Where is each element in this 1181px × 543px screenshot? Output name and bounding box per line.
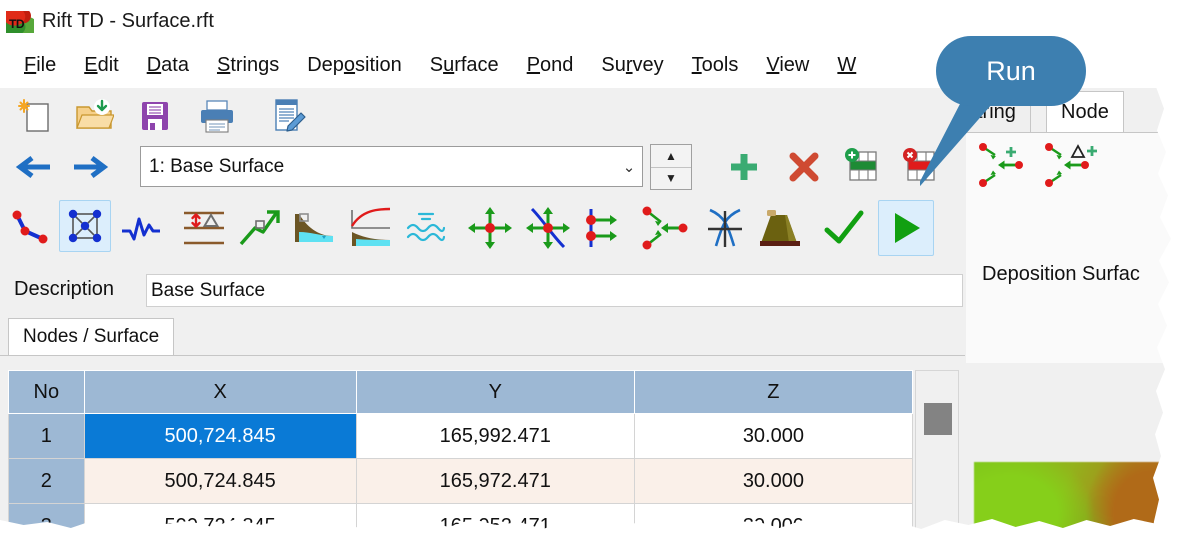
column-header-y[interactable]: Y: [355, 370, 635, 414]
surface-combo[interactable]: 1: Base Surface ⌄: [140, 146, 643, 187]
cell-x[interactable]: 500,724.845: [83, 413, 357, 459]
tab-string[interactable]: tring: [962, 91, 1031, 132]
menu-item-view[interactable]: View: [752, 52, 823, 79]
right-panel-body: Deposition Surfac: [966, 132, 1181, 363]
view-mode-bar: 2D: [972, 401, 1177, 458]
cell-no: 2: [8, 458, 85, 504]
description-input[interactable]: Base Surface: [146, 274, 963, 307]
chevron-down-icon[interactable]: ⌄: [616, 158, 642, 176]
new-file-icon[interactable]: [14, 96, 54, 136]
spinner-up-button[interactable]: ▲: [651, 145, 691, 168]
add-table-row-icon[interactable]: [840, 146, 884, 188]
table-row[interactable]: 1 500,724.845 165,992.471 30.000: [8, 413, 914, 459]
edit-report-icon[interactable]: [267, 96, 309, 136]
menu-bar: File Edit Data Strings Deposition Surfac…: [0, 43, 1181, 88]
menu-item-surface[interactable]: Surface: [416, 52, 513, 79]
node-mesh-icon[interactable]: [59, 200, 111, 252]
application-window: TD Rift TD - Surface.rft File Edit Data …: [0, 0, 1181, 543]
embankment-icon[interactable]: [756, 204, 804, 252]
forward-arrow-icon[interactable]: [68, 150, 114, 184]
table-row[interactable]: 2 500,724.845 165,972.471 30.000: [8, 458, 914, 504]
spinner-down-button[interactable]: ▼: [651, 168, 691, 190]
beach-curve-chart-icon[interactable]: [345, 204, 395, 252]
table-scrollbar[interactable]: [915, 370, 959, 543]
print-icon[interactable]: [196, 96, 238, 136]
surface-spinner[interactable]: ▲ ▼: [650, 144, 692, 190]
terrain-td-icon: TD: [6, 9, 34, 35]
tools-toolbar: [0, 194, 965, 452]
window-title: Rift TD - Surface.rft: [42, 10, 214, 32]
scrollbar-thumb[interactable]: [924, 403, 952, 435]
menu-item-deposition[interactable]: Deposition: [293, 52, 416, 79]
offset-nodes-icon[interactable]: [578, 204, 624, 252]
right-panel-tabs: tring Node: [962, 88, 1181, 132]
cell-z[interactable]: 30.000: [633, 458, 914, 504]
menu-item-tools[interactable]: Tools: [678, 52, 753, 79]
cell-x[interactable]: 500,724.845: [83, 458, 357, 504]
add-node-icon[interactable]: [978, 141, 1036, 194]
column-header-z[interactable]: Z: [633, 370, 914, 414]
column-header-no[interactable]: No: [8, 370, 85, 414]
tab-node[interactable]: Node: [1046, 91, 1124, 132]
column-header-x[interactable]: X: [83, 370, 357, 414]
title-bar: TD Rift TD - Surface.rft: [0, 0, 1181, 43]
apply-check-icon[interactable]: [820, 204, 868, 252]
open-folder-icon[interactable]: [72, 96, 116, 136]
menu-item-data[interactable]: Data: [133, 52, 203, 79]
beach-profile-icon[interactable]: [290, 204, 338, 252]
menu-item-window[interactable]: W: [823, 52, 870, 79]
table-header-row: No X Y Z: [8, 370, 914, 414]
tab-strip: Nodes / Surface: [0, 318, 965, 356]
right-panel-section-label: Deposition Surfac: [982, 263, 1140, 285]
cross-icon[interactable]: [782, 148, 826, 186]
back-arrow-icon[interactable]: [10, 150, 56, 184]
save-disk-icon[interactable]: [135, 96, 175, 136]
description-label: Description: [14, 278, 115, 300]
right-panel: tring Node Deposition Surfac: [962, 88, 1181, 543]
add-delta-node-icon[interactable]: [1044, 141, 1106, 194]
plus-icon[interactable]: [722, 148, 766, 186]
cell-z[interactable]: 30.000: [633, 413, 914, 459]
connect-nodes-icon[interactable]: [640, 204, 690, 252]
water-waves-icon[interactable]: [402, 204, 450, 252]
delete-table-row-icon[interactable]: [898, 146, 942, 188]
menu-item-strings[interactable]: Strings: [203, 52, 293, 79]
cell-no: 1: [8, 413, 85, 459]
surface-combo-value: 1: Base Surface: [149, 155, 285, 177]
menu-item-file[interactable]: File: [10, 52, 70, 79]
slope-arrow-icon[interactable]: [236, 204, 284, 252]
cell-y[interactable]: 165,972.471: [355, 458, 635, 504]
polyline-string-icon[interactable]: [6, 206, 52, 252]
move-node-icon[interactable]: [465, 204, 515, 252]
nodes-table: No X Y Z 1 500,724.845 165,992.471 30.00…: [8, 370, 958, 543]
waveform-icon[interactable]: [118, 206, 164, 252]
menu-item-pond[interactable]: Pond: [513, 52, 588, 79]
elevation-delta-icon[interactable]: [180, 204, 228, 252]
cell-y[interactable]: 165,992.471: [355, 413, 635, 459]
menu-item-edit[interactable]: Edit: [70, 52, 132, 79]
intersect-icon[interactable]: [702, 204, 748, 252]
tab-nodes-surface[interactable]: Nodes / Surface: [8, 318, 175, 355]
run-play-icon[interactable]: [878, 200, 934, 256]
menu-item-survey[interactable]: Survey: [587, 52, 677, 79]
move-string-icon[interactable]: [523, 204, 573, 252]
